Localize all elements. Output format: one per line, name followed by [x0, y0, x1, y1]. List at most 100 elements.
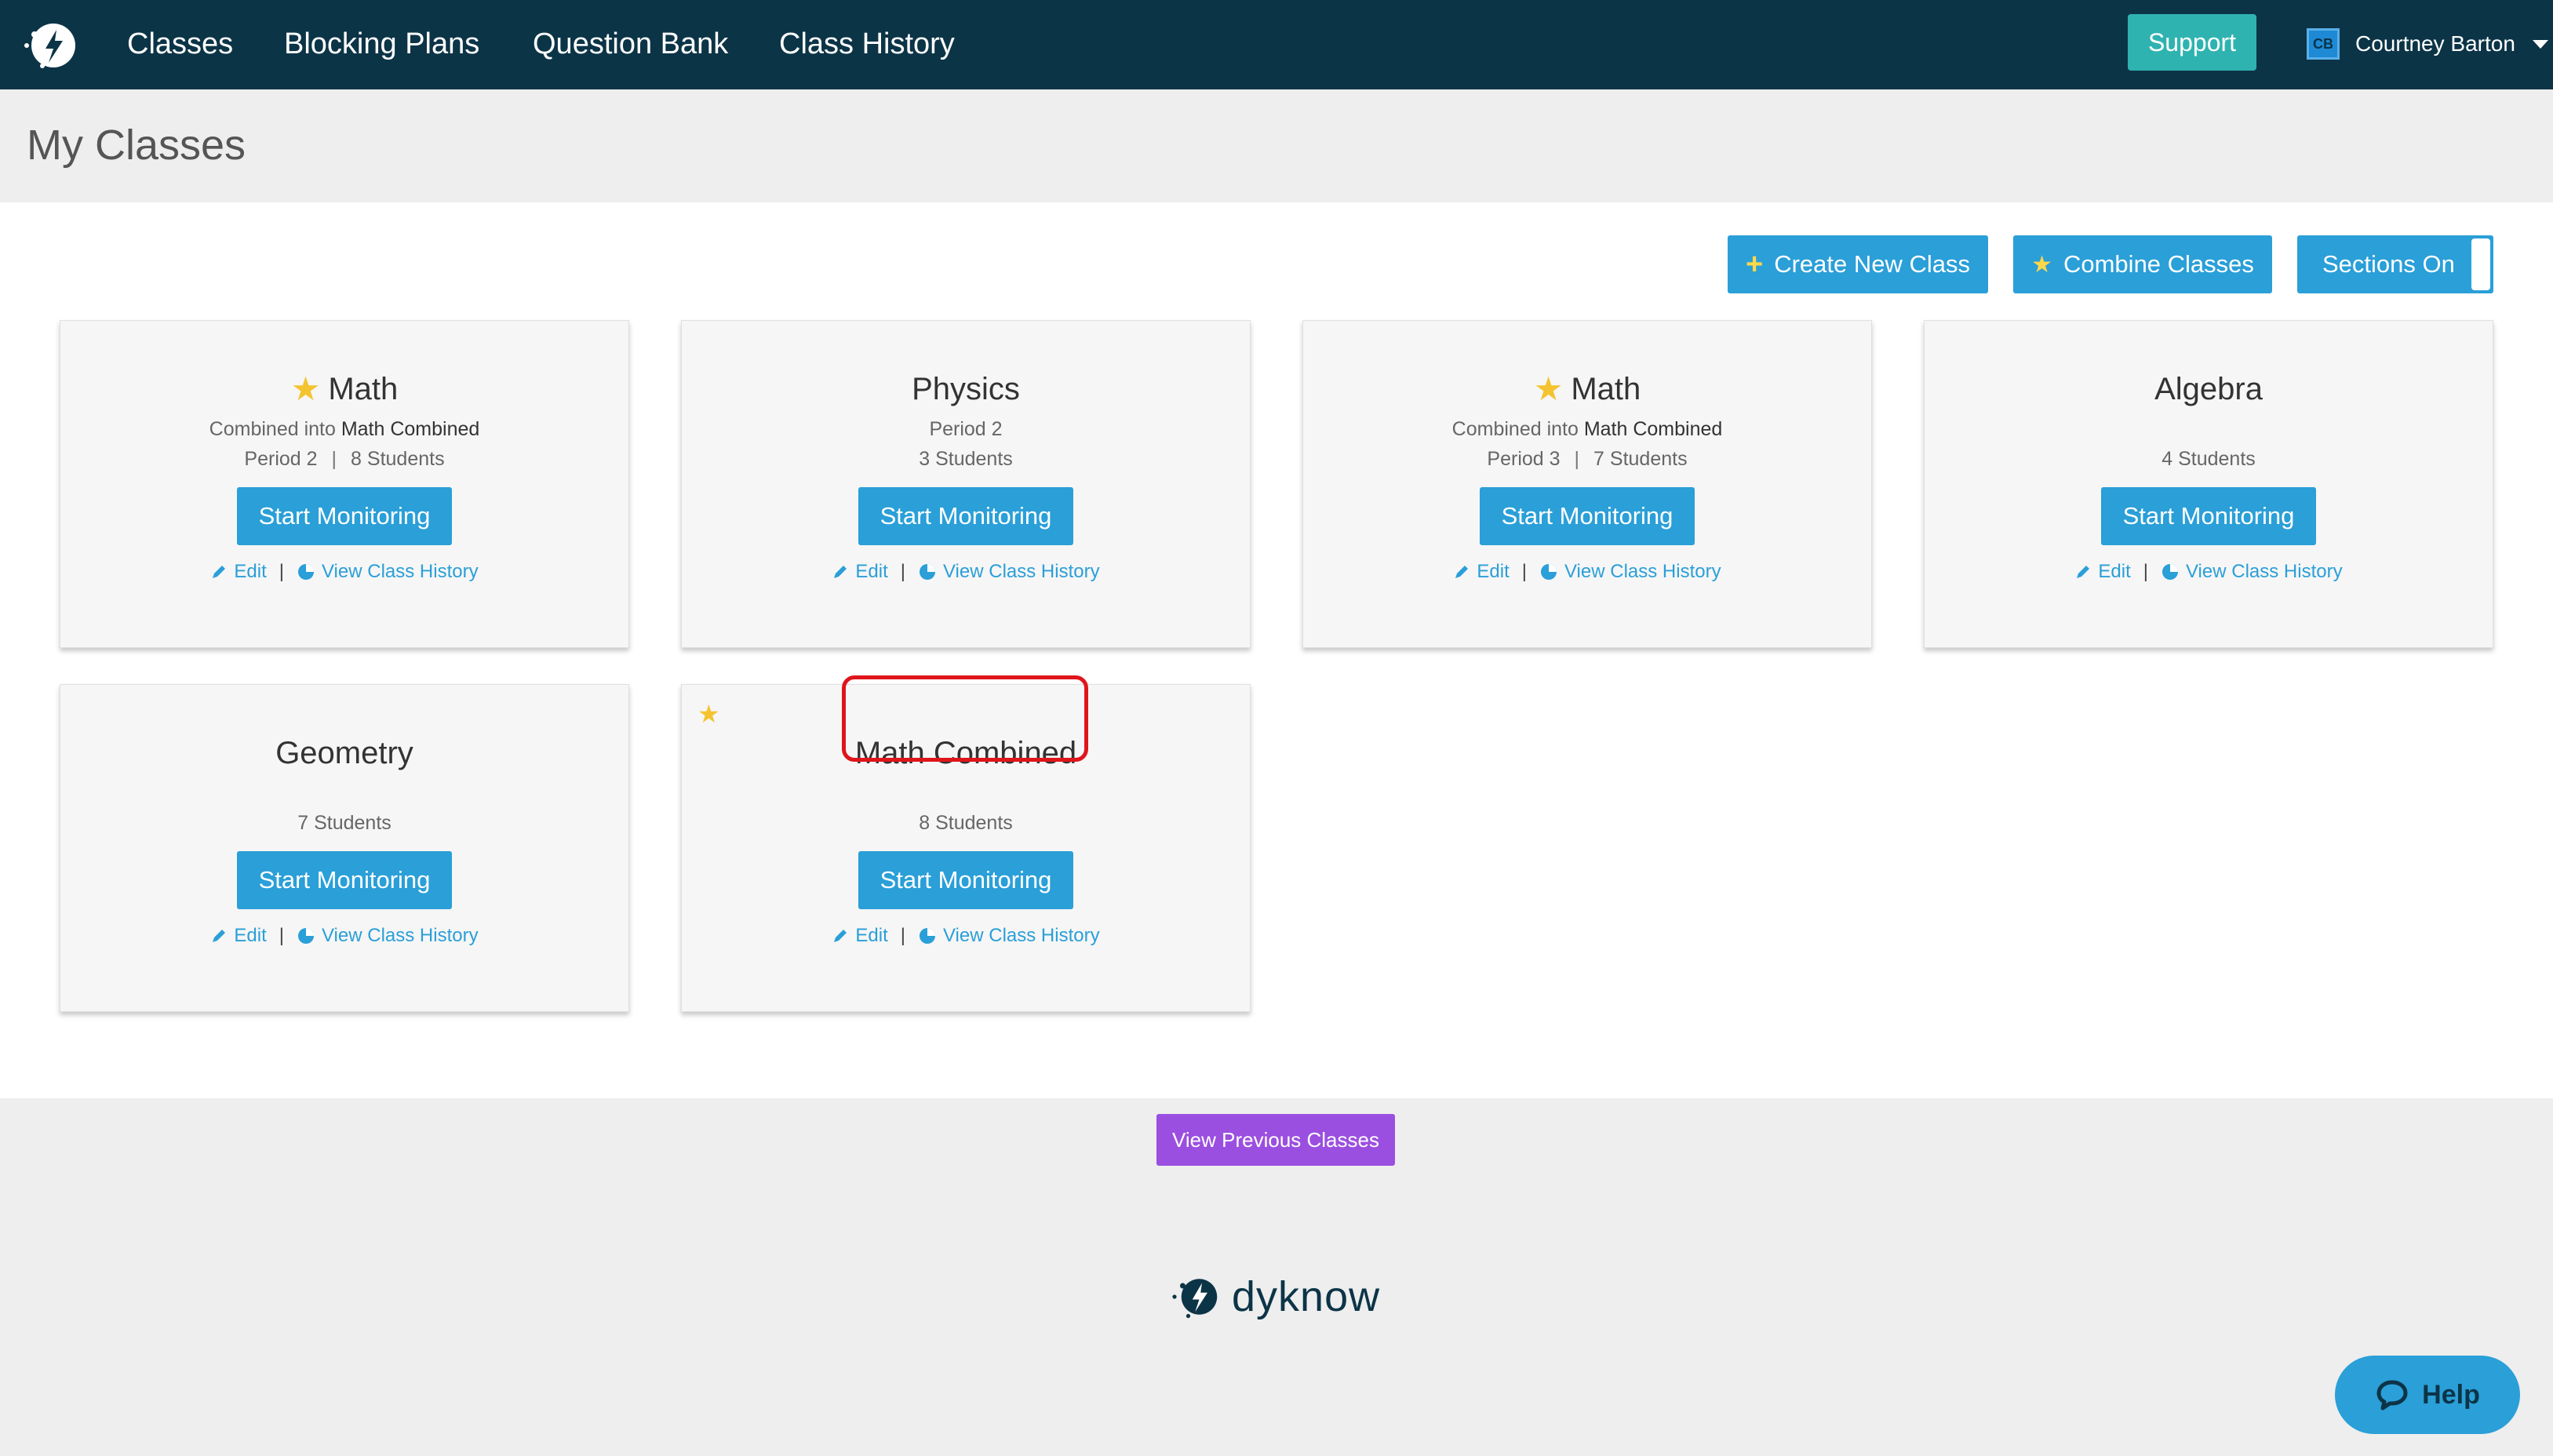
history-icon	[297, 564, 314, 580]
class-meta: Period 3 | 7 Students	[1487, 448, 1688, 470]
student-count: 7 Students	[1593, 448, 1688, 470]
student-count: 4 Students	[2161, 448, 2256, 470]
class-title: ★ Math	[60, 369, 628, 409]
class-title: Algebra	[1925, 369, 2493, 409]
combine-classes-button[interactable]: ★ Combine Classes	[2013, 235, 2272, 293]
start-monitoring-button[interactable]: Start Monitoring	[1480, 487, 1695, 545]
footer-logo-text: dyknow	[1232, 1273, 1381, 1320]
history-icon	[919, 928, 935, 944]
edit-link-label: Edit	[234, 561, 267, 582]
card-links: Edit | View Class History	[60, 925, 628, 947]
card-links: Edit | View Class History	[60, 561, 628, 583]
class-meta: Period 2 | 8 Students	[244, 448, 445, 470]
dyknow-logo-icon	[1172, 1279, 1218, 1319]
view-class-history-link[interactable]: View Class History	[2161, 561, 2343, 583]
class-period: Period 2	[244, 448, 318, 470]
view-class-history-label: View Class History	[942, 925, 1100, 946]
start-monitoring-button[interactable]: Start Monitoring	[237, 851, 452, 909]
edit-link[interactable]: Edit	[1453, 561, 1510, 583]
classes-area: + Create New Class ★ Combine Classes Sec…	[0, 202, 2553, 1098]
view-class-history-label: View Class History	[942, 561, 1100, 582]
star-icon: ★	[290, 370, 321, 407]
help-label: Help	[2422, 1379, 2480, 1410]
view-class-history-link[interactable]: View Class History	[1539, 561, 1721, 583]
create-new-class-label: Create New Class	[1774, 250, 1970, 278]
footer-logo: dyknow	[1169, 1269, 1380, 1324]
footer: View Previous Classes dyknow Help	[0, 1098, 2553, 1456]
star-icon: ★	[1533, 370, 1564, 407]
edit-link[interactable]: Edit	[832, 561, 888, 583]
nav-link-question-bank[interactable]: Question Bank	[533, 24, 728, 64]
class-period: Period 2	[929, 418, 1003, 440]
combined-target: Math Combined	[341, 418, 480, 440]
class-card-math-period-3: ★ Math Combined into Math Combined Perio…	[1302, 320, 1872, 648]
history-icon	[919, 564, 935, 580]
class-title-text: Physics	[912, 372, 1020, 406]
class-title-text: Geometry	[275, 736, 413, 770]
start-monitoring-button[interactable]: Start Monitoring	[237, 487, 452, 545]
pencil-icon	[1455, 566, 1469, 578]
class-card-algebra: Algebra 4 Students Start Monitoring Edit…	[1924, 320, 2493, 648]
edit-link[interactable]: Edit	[2074, 561, 2131, 583]
student-count: 8 Students	[919, 812, 1013, 834]
view-class-history-link[interactable]: View Class History	[918, 925, 1100, 947]
page-title: My Classes	[27, 122, 246, 169]
user-menu[interactable]: CB Courtney Barton	[2307, 24, 2548, 64]
nav-link-class-history[interactable]: Class History	[779, 24, 955, 64]
nav-link-blocking-plans[interactable]: Blocking Plans	[284, 24, 479, 64]
sections-toggle[interactable]: Sections On	[2297, 235, 2493, 293]
view-class-history-label: View Class History	[321, 561, 479, 582]
top-nav: Classes Blocking Plans Question Bank Cla…	[0, 0, 2553, 89]
nav-link-classes[interactable]: Classes	[127, 24, 233, 64]
pencil-icon	[834, 566, 847, 578]
support-button[interactable]: Support	[2128, 14, 2256, 71]
student-count: 3 Students	[919, 448, 1013, 470]
history-icon	[2161, 564, 2178, 580]
toggle-knob	[2471, 238, 2490, 290]
view-previous-classes-button[interactable]: View Previous Classes	[1156, 1114, 1395, 1166]
help-button[interactable]: Help	[2335, 1356, 2520, 1434]
edit-link-label: Edit	[2098, 561, 2131, 582]
edit-link[interactable]: Edit	[210, 925, 267, 947]
avatar: CB	[2307, 28, 2340, 60]
edit-link-label: Edit	[855, 561, 888, 582]
view-class-history-link[interactable]: View Class History	[297, 925, 479, 947]
student-count: 8 Students	[351, 448, 445, 470]
view-class-history-link[interactable]: View Class History	[297, 561, 479, 583]
star-icon: ★	[2031, 251, 2052, 278]
view-class-history-link[interactable]: View Class History	[918, 561, 1100, 583]
student-count: 7 Students	[297, 812, 392, 834]
class-title-text: Algebra	[2154, 372, 2263, 406]
edit-link[interactable]: Edit	[210, 561, 267, 583]
caret-down-icon	[2532, 39, 2548, 49]
edit-link[interactable]: Edit	[832, 925, 888, 947]
combined-info: Combined into Math Combined	[1303, 415, 1871, 443]
plus-icon: +	[1745, 247, 1764, 281]
class-card-physics: Physics Period 2 3 Students Start Monito…	[681, 320, 1251, 648]
sections-toggle-label: Sections On	[2322, 250, 2455, 278]
view-class-history-label: View Class History	[321, 925, 479, 946]
class-card-math-period-2: ★ Math Combined into Math Combined Perio…	[60, 320, 629, 648]
card-links: Edit | View Class History	[682, 925, 1250, 947]
class-period: Period 3	[1487, 448, 1561, 470]
class-title-text: Math	[1571, 372, 1641, 406]
chat-bubble-icon	[2376, 1380, 2408, 1410]
create-new-class-button[interactable]: + Create New Class	[1728, 235, 1988, 293]
page-header: My Classes	[0, 89, 2553, 202]
user-name: Courtney Barton	[2355, 31, 2515, 56]
view-class-history-label: View Class History	[2185, 561, 2343, 582]
start-monitoring-button[interactable]: Start Monitoring	[858, 851, 1073, 909]
pencil-icon	[834, 930, 847, 942]
highlight-annotation	[842, 675, 1088, 762]
combined-info: Combined into Math Combined	[60, 415, 628, 443]
history-icon	[297, 928, 314, 944]
combine-classes-label: Combine Classes	[2063, 250, 2254, 278]
class-title: Geometry	[60, 733, 628, 773]
start-monitoring-button[interactable]: Start Monitoring	[2101, 487, 2316, 545]
edit-link-label: Edit	[1477, 561, 1510, 582]
edit-link-label: Edit	[234, 925, 267, 946]
dyknow-logo-icon[interactable]	[19, 14, 82, 77]
edit-link-label: Edit	[855, 925, 888, 946]
start-monitoring-button[interactable]: Start Monitoring	[858, 487, 1073, 545]
card-links: Edit | View Class History	[682, 561, 1250, 583]
